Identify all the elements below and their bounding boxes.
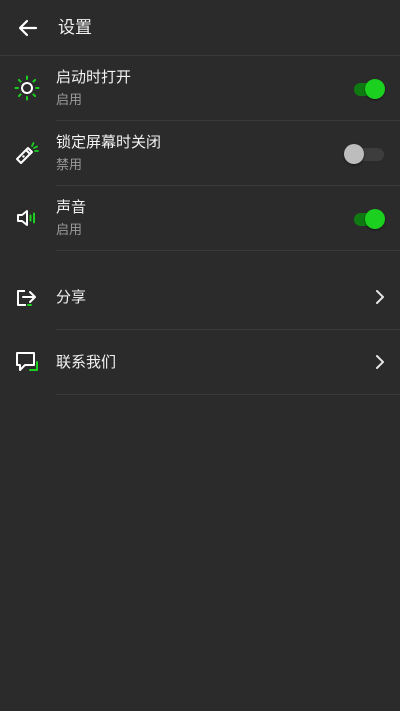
contact-us-item[interactable]: 联系我们 [0,330,400,395]
chat-icon [12,347,42,377]
toggle-knob [344,144,364,164]
sound-toggle[interactable] [354,208,386,230]
setting-title: 启动时打开 [56,68,132,86]
settings-screen: 设置 启动时打开 启用 锁定屏幕时关闭 禁用 声音 启用 分享 联系我们 [0,0,400,711]
setting-row-sound[interactable]: 声音 启用 [0,186,400,251]
sun-icon [12,73,42,103]
back-button[interactable] [12,12,44,44]
toggle-knob [365,209,385,229]
share-icon [12,282,42,312]
arrow-left-icon [18,19,38,37]
share-item[interactable]: 分享 [0,265,400,330]
setting-status: 启用 [56,223,83,238]
setting-row-lock[interactable]: 锁定屏幕时关闭 禁用 [0,121,400,186]
toggle-knob [365,79,385,99]
chevron-right-icon [372,352,388,372]
speaker-icon [12,203,42,233]
setting-title: 锁定屏幕时关闭 [56,133,162,151]
page-title: 设置 [58,18,92,38]
flashlight-icon [12,138,42,168]
setting-status: 禁用 [56,158,83,173]
divider [56,394,400,395]
app-bar: 设置 [0,0,400,56]
chevron-right-icon [372,287,388,307]
share-label: 分享 [56,288,87,306]
startup-toggle[interactable] [354,78,386,100]
setting-title: 声音 [56,198,87,216]
setting-status: 启用 [56,93,83,108]
setting-row-startup[interactable]: 启动时打开 启用 [0,56,400,121]
contact-us-label: 联系我们 [56,353,117,371]
lock-toggle[interactable] [344,143,386,165]
